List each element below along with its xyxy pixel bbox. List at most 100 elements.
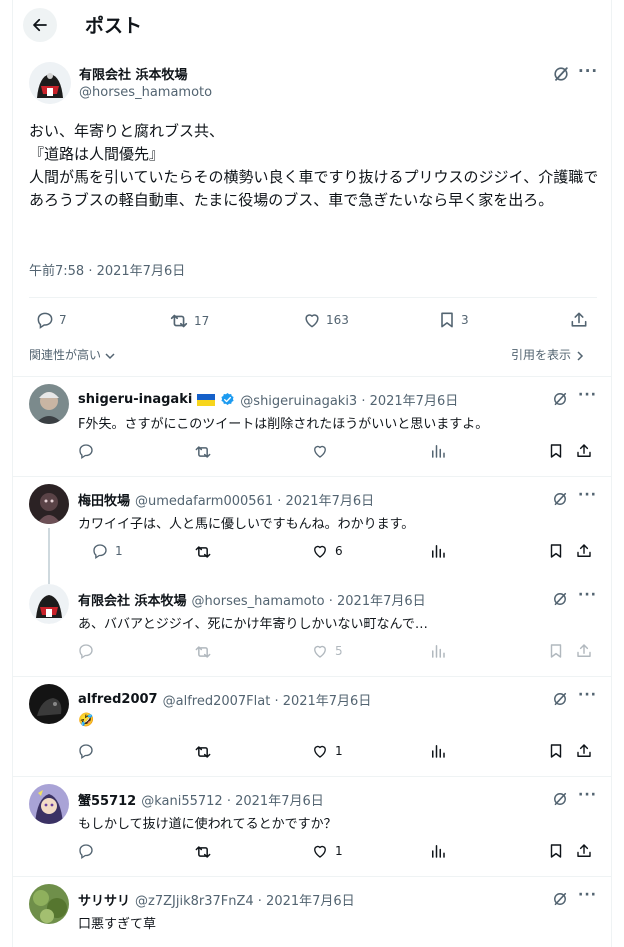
like-count: 1 bbox=[335, 744, 343, 758]
repost-button[interactable] bbox=[193, 542, 219, 562]
grok-button[interactable] bbox=[551, 590, 569, 608]
bookmark-button[interactable] bbox=[547, 842, 565, 860]
like-button[interactable] bbox=[311, 442, 335, 460]
reply-button[interactable] bbox=[77, 442, 101, 460]
reply-icon bbox=[77, 842, 95, 860]
avatar[interactable] bbox=[29, 584, 69, 624]
views-button[interactable] bbox=[429, 742, 447, 760]
reply-button[interactable] bbox=[77, 842, 101, 860]
repost-button[interactable] bbox=[193, 742, 219, 762]
share-icon bbox=[569, 310, 589, 330]
reply-button[interactable] bbox=[77, 742, 101, 760]
divider bbox=[13, 676, 611, 677]
share-button[interactable] bbox=[575, 442, 593, 460]
author-name[interactable]: 有限会社 浜本牧場 bbox=[79, 64, 188, 83]
header: ポスト bbox=[13, 0, 611, 50]
bookmark-button[interactable] bbox=[547, 442, 565, 460]
like-button[interactable]: 5 bbox=[311, 642, 343, 660]
back-button[interactable] bbox=[23, 8, 57, 42]
more-button[interactable]: ··· bbox=[578, 887, 597, 903]
reply-author-name[interactable]: alfred2007 bbox=[78, 692, 158, 707]
like-icon bbox=[311, 442, 329, 460]
more-icon: ··· bbox=[578, 887, 597, 903]
repost-button[interactable] bbox=[193, 842, 219, 862]
reply-author-name[interactable]: 有限会社 浜本牧場 bbox=[78, 590, 187, 609]
grok-button[interactable] bbox=[551, 690, 569, 708]
avatar[interactable] bbox=[29, 784, 69, 824]
reply-author-name[interactable]: 梅田牧場 bbox=[78, 490, 130, 509]
reply-item[interactable]: alfred2007 @alfred2007Flat · 2021年7月6日 ·… bbox=[13, 676, 611, 776]
repost-button[interactable] bbox=[193, 442, 219, 462]
views-button[interactable] bbox=[429, 842, 447, 860]
like-button[interactable]: 1 bbox=[311, 742, 343, 760]
views-button[interactable] bbox=[429, 642, 447, 660]
repost-button[interactable]: 17 bbox=[168, 310, 209, 332]
views-button[interactable] bbox=[429, 442, 447, 460]
grok-button[interactable] bbox=[551, 790, 569, 808]
share-button[interactable] bbox=[575, 842, 593, 860]
more-icon: ··· bbox=[578, 687, 597, 703]
like-icon bbox=[311, 842, 329, 860]
reply-header: サリサリ @z7ZJjik8r37FnZ4 · 2021年7月6日 bbox=[78, 890, 355, 909]
reply-button[interactable]: 7 bbox=[35, 310, 67, 330]
divider bbox=[13, 376, 611, 377]
more-button[interactable]: ··· bbox=[578, 487, 597, 503]
views-icon bbox=[429, 542, 447, 560]
views-button[interactable] bbox=[429, 542, 447, 560]
post-timestamp[interactable]: 午前7:58 · 2021年7月6日 bbox=[29, 260, 185, 279]
reply-button[interactable] bbox=[77, 642, 101, 660]
reply-item[interactable]: shigeru-inagaki 🇺🇦 @shigeruinagaki3 · 20… bbox=[13, 376, 612, 476]
bookmark-button[interactable]: 3 bbox=[437, 310, 469, 330]
bookmark-button[interactable] bbox=[547, 742, 565, 760]
repost-button[interactable] bbox=[193, 642, 219, 662]
reply-author-name[interactable]: shigeru-inagaki bbox=[78, 392, 192, 407]
share-icon bbox=[575, 542, 593, 560]
reply-icon bbox=[35, 310, 55, 330]
view-quotes-link[interactable]: 引用を表示 bbox=[511, 346, 585, 363]
share-button[interactable] bbox=[569, 310, 589, 330]
reply-author-name[interactable]: サリサリ bbox=[78, 890, 130, 909]
more-button[interactable]: ··· bbox=[578, 387, 597, 403]
more-button[interactable]: ··· bbox=[578, 787, 597, 803]
avatar[interactable] bbox=[29, 884, 69, 924]
more-button[interactable]: ··· bbox=[578, 587, 597, 603]
reply-count: 7 bbox=[59, 313, 67, 327]
repost-icon bbox=[193, 742, 213, 762]
reply-actions: 1 6 bbox=[13, 542, 612, 562]
grok-button[interactable] bbox=[551, 64, 571, 84]
reply-item[interactable]: 梅田牧場 @umedafarm000561 · 2021年7月6日 ··· カワ… bbox=[13, 476, 612, 584]
bookmark-button[interactable] bbox=[547, 542, 565, 560]
views-icon bbox=[429, 442, 447, 460]
grok-button[interactable] bbox=[551, 490, 569, 508]
more-button[interactable]: ··· bbox=[578, 687, 597, 703]
share-icon bbox=[575, 842, 593, 860]
share-button[interactable] bbox=[575, 742, 593, 760]
like-icon bbox=[311, 742, 329, 760]
reply-actions bbox=[13, 442, 612, 462]
avatar[interactable] bbox=[29, 684, 69, 724]
sort-dropdown[interactable]: 関連性が高い bbox=[29, 346, 115, 363]
reply-item[interactable]: 有限会社 浜本牧場 @horses_hamamoto · 2021年7月6日 ·… bbox=[13, 576, 611, 676]
avatar[interactable] bbox=[29, 62, 71, 104]
like-button[interactable]: 6 bbox=[311, 542, 343, 560]
ukraine-flag-icon bbox=[197, 393, 216, 406]
grok-icon bbox=[551, 490, 569, 508]
share-button[interactable] bbox=[575, 542, 593, 560]
avatar[interactable] bbox=[29, 384, 69, 424]
reply-item[interactable]: 蟹55712 @kani55712 · 2021年7月6日 ··· もしかして抜… bbox=[13, 776, 611, 876]
author-handle[interactable]: @horses_hamamoto bbox=[79, 85, 212, 100]
reply-author-name[interactable]: 蟹55712 bbox=[78, 790, 136, 809]
like-button[interactable]: 1 bbox=[311, 842, 343, 860]
reply-text: F外失。さすがにこのツイートは削除されたほうがいいと思いますよ。 bbox=[78, 417, 489, 432]
more-button[interactable]: ··· bbox=[578, 62, 598, 80]
like-button[interactable]: 163 bbox=[302, 310, 349, 330]
more-icon: ··· bbox=[578, 787, 597, 803]
grok-button[interactable] bbox=[551, 890, 569, 908]
avatar[interactable] bbox=[29, 484, 69, 524]
grok-button[interactable] bbox=[551, 390, 569, 408]
post-text: おい、年寄りと腐れブス共、 『道路は人間優先』 人間が馬を引いていたらその横勢い… bbox=[29, 122, 599, 209]
bookmark-button[interactable] bbox=[547, 642, 565, 660]
share-button[interactable] bbox=[575, 642, 593, 660]
reply-button[interactable]: 1 bbox=[91, 542, 123, 560]
reply-item[interactable]: サリサリ @z7ZJjik8r37FnZ4 · 2021年7月6日 ··· 口悪… bbox=[13, 876, 611, 947]
